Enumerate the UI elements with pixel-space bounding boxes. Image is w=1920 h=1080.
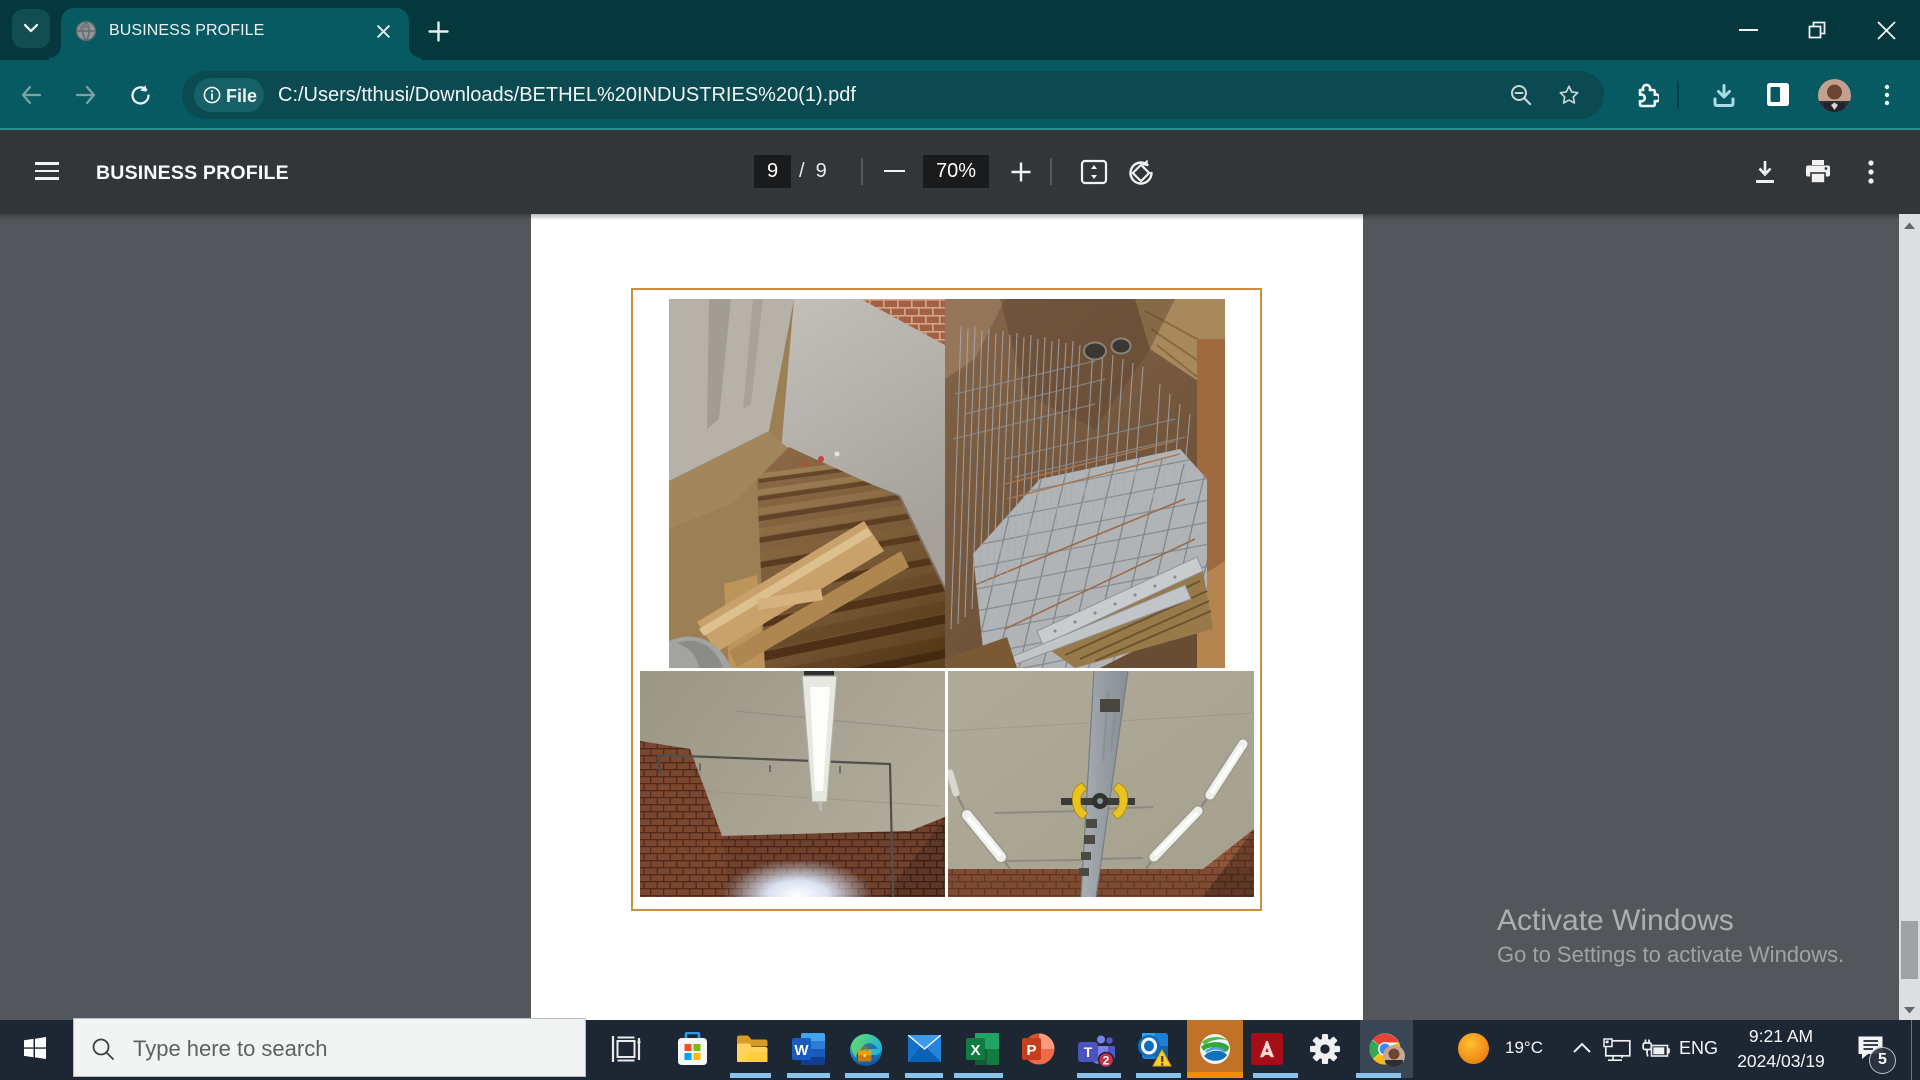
svg-text:T: T (1084, 1044, 1093, 1060)
svg-text:W: W (794, 1042, 809, 1059)
svg-text:X: X (970, 1042, 980, 1059)
svg-text:P: P (1026, 1042, 1036, 1059)
svg-text:2: 2 (1103, 1054, 1110, 1068)
